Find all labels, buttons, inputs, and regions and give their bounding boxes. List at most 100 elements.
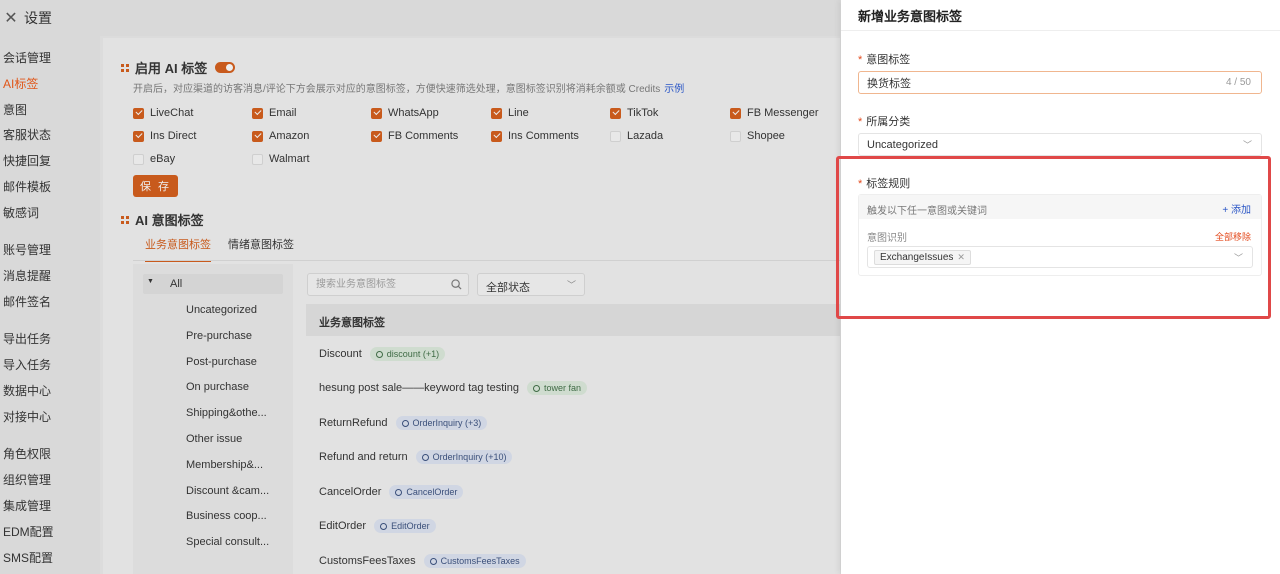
description-text: 开启后，对应渠道的访客消息/评论下方会展示对应的意图标签，方便快速筛选处理，意图… <box>133 84 661 95</box>
channel-checkbox[interactable]: Amazon <box>252 130 309 142</box>
search-icon[interactable] <box>451 279 462 290</box>
channel-checkbox[interactable]: WhatsApp <box>371 107 439 119</box>
table-row[interactable]: CustomsFeesTaxes CustomsFeesTaxes <box>319 554 526 568</box>
channel-checkbox[interactable]: FB Messenger <box>730 107 819 119</box>
table-row[interactable]: Refund and return OrderInquiry (+10) <box>319 450 513 464</box>
category-select[interactable]: Uncategorized ﹀ <box>858 133 1262 156</box>
intent-name-field: 4 / 50 <box>858 71 1262 94</box>
sidebar-item-export-tasks[interactable]: 导出任务 <box>3 330 51 347</box>
sidebar-item-notifications[interactable]: 消息提醒 <box>3 267 51 284</box>
channel-checkbox[interactable]: Ins Comments <box>491 130 579 142</box>
tree-item[interactable]: Discount &cam... <box>186 485 269 497</box>
table-row[interactable]: CancelOrder CancelOrder <box>319 485 464 499</box>
channel-label: LiveChat <box>150 107 194 119</box>
tree-item[interactable]: Business coop... <box>186 510 267 522</box>
channel-checkbox[interactable]: Shopee <box>730 130 785 142</box>
table-row[interactable]: EditOrder EditOrder <box>319 519 436 533</box>
category-tree: ▼ All Uncategorized Pre-purchase Post-pu… <box>133 264 293 574</box>
tab-business-intent[interactable]: 业务意图标签 <box>145 236 211 262</box>
channel-label: Shopee <box>747 130 785 142</box>
channel-label: Lazada <box>627 130 664 142</box>
checkbox-checked-icon[interactable] <box>371 130 382 142</box>
tree-item[interactable]: Pre-purchase <box>186 330 252 342</box>
channel-checkbox[interactable]: Lazada <box>610 130 663 142</box>
intent-pill: CancelOrder <box>389 485 464 499</box>
checkbox-unchecked-icon[interactable] <box>133 153 144 165</box>
drawer-title: 新增业务意图标签 <box>858 9 963 24</box>
checkbox-checked-icon[interactable] <box>491 130 502 142</box>
sidebar-item-roles[interactable]: 角色权限 <box>3 445 51 462</box>
target-icon <box>429 557 437 565</box>
table-row[interactable]: hesung post sale——keyword tag testing to… <box>319 381 587 395</box>
caret-down-icon[interactable]: ▼ <box>147 278 154 285</box>
channel-label: FB Comments <box>388 130 459 142</box>
intent-name-input[interactable] <box>859 72 1199 93</box>
checkbox-checked-icon[interactable] <box>491 107 502 119</box>
sidebar-item-import-tasks[interactable]: 导入任务 <box>3 356 51 373</box>
ai-tag-panel: 启用 AI 标签 开启后，对应渠道的访客消息/评论下方会展示对应的意图标签，方便… <box>103 38 840 574</box>
main-content: 启用 AI 标签 开启后，对应渠道的访客消息/评论下方会展示对应的意图标签，方便… <box>103 38 840 574</box>
sidebar-item-email-signature[interactable]: 邮件签名 <box>3 293 51 310</box>
example-link[interactable]: 示例 <box>664 84 684 95</box>
sidebar-item-email-template[interactable]: 邮件模板 <box>3 178 51 195</box>
channel-checkbox[interactable]: Line <box>491 107 529 119</box>
channel-checkbox[interactable]: eBay <box>133 153 175 165</box>
channel-checkbox[interactable]: Walmart <box>252 153 310 165</box>
tree-item[interactable]: Post-purchase <box>186 356 257 368</box>
sidebar-item-intent[interactable]: 意图 <box>3 101 27 118</box>
tree-item[interactable]: On purchase <box>186 381 249 393</box>
sidebar-item-integration-center[interactable]: 对接中心 <box>3 408 51 425</box>
tree-item[interactable]: Special consult... <box>186 536 269 548</box>
sidebar-item-conversation[interactable]: 会话管理 <box>3 49 51 66</box>
channel-checkbox[interactable]: FB Comments <box>371 130 458 142</box>
enable-ai-tag-label: 启用 AI 标签 <box>135 61 208 76</box>
checkbox-checked-icon[interactable] <box>252 130 263 142</box>
pill-label: CustomsFeesTaxes <box>440 556 520 566</box>
channel-checkbox[interactable]: LiveChat <box>133 107 193 119</box>
page-title: 设置 <box>24 10 52 26</box>
channel-checkbox[interactable]: Ins Direct <box>133 130 196 142</box>
sidebar-item-edm[interactable]: EDM配置 <box>3 523 54 540</box>
sidebar-item-organization[interactable]: 组织管理 <box>3 471 51 488</box>
sidebar-item-accounts[interactable]: 账号管理 <box>3 241 51 258</box>
checkbox-checked-icon[interactable] <box>133 107 144 119</box>
table-header-label: 业务意图标签 <box>319 317 385 329</box>
table-row[interactable]: ReturnRefund OrderInquiry (+3) <box>319 416 488 430</box>
channel-label: Email <box>269 107 297 119</box>
checkbox-checked-icon[interactable] <box>252 107 263 119</box>
checkbox-checked-icon[interactable] <box>371 107 382 119</box>
channel-checkbox[interactable]: Email <box>252 107 297 119</box>
sidebar-item-data-center[interactable]: 数据中心 <box>3 382 51 399</box>
channel-label: WhatsApp <box>388 107 439 119</box>
tree-item[interactable]: Shipping&othe... <box>186 407 267 419</box>
channel-checkbox[interactable]: TikTok <box>610 107 658 119</box>
row-name: Discount <box>319 348 362 360</box>
sidebar-item-quick-reply[interactable]: 快捷回复 <box>3 152 51 169</box>
checkbox-unchecked-icon[interactable] <box>730 130 741 142</box>
checkbox-checked-icon[interactable] <box>133 130 144 142</box>
pill-label: OrderInquiry (+10) <box>432 452 507 462</box>
checkbox-checked-icon[interactable] <box>610 107 621 119</box>
channel-label: Amazon <box>269 130 310 142</box>
tree-item[interactable]: Membership&... <box>186 459 263 471</box>
status-select[interactable]: 全部状态 ﹀ <box>477 273 585 296</box>
sidebar-item-ai-tag[interactable]: AI标签 <box>3 75 38 92</box>
sidebar-item-sensitive-words[interactable]: 敏感词 <box>3 204 39 221</box>
checkbox-checked-icon[interactable] <box>730 107 741 119</box>
row-name: EditOrder <box>319 520 367 532</box>
search-input[interactable] <box>308 274 438 295</box>
close-icon[interactable]: ✕ <box>0 8 22 28</box>
table-row[interactable]: Discount discount (+1) <box>319 347 446 361</box>
checkbox-unchecked-icon[interactable] <box>610 130 621 142</box>
tab-emotion-intent[interactable]: 情绪意图标签 <box>228 236 294 262</box>
sidebar-item-integrations[interactable]: 集成管理 <box>3 497 51 514</box>
sidebar-item-agent-status[interactable]: 客服状态 <box>3 126 51 143</box>
ai-tag-toggle[interactable] <box>215 62 236 73</box>
tree-item[interactable]: Other issue <box>186 433 242 445</box>
tree-item[interactable]: Uncategorized <box>186 304 257 316</box>
intent-pill: OrderInquiry (+10) <box>415 450 513 464</box>
sidebar-item-sms[interactable]: SMS配置 <box>3 549 53 566</box>
checkbox-unchecked-icon[interactable] <box>252 153 263 165</box>
save-button[interactable]: 保 存 <box>133 175 178 197</box>
tree-item-all[interactable]: ▼ All <box>143 274 283 294</box>
